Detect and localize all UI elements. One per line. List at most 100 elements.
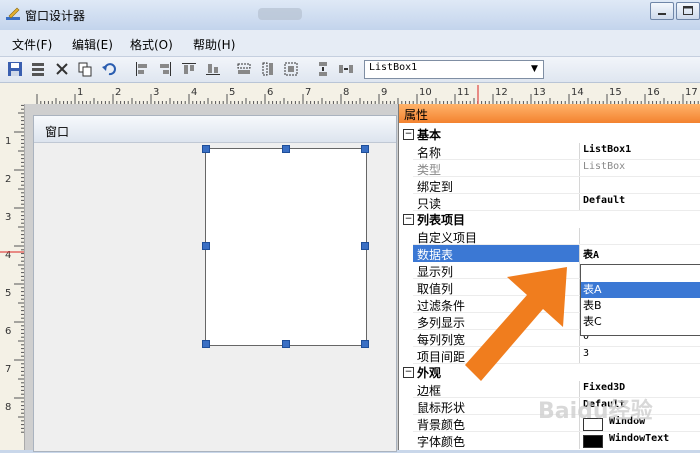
- ruler-label: 12: [495, 87, 508, 98]
- resize-handle[interactable]: [202, 145, 210, 153]
- copy-icon[interactable]: [77, 61, 93, 77]
- color-swatch: [583, 435, 603, 448]
- prop-row-type[interactable]: 类型 ListBox: [399, 160, 700, 177]
- ruler-label: 11: [457, 87, 470, 98]
- resize-handle[interactable]: [282, 145, 290, 153]
- minimize-button[interactable]: [650, 2, 674, 20]
- control-selector-dropdown[interactable]: ListBox1 ▼: [364, 60, 544, 79]
- same-width-icon[interactable]: [236, 61, 252, 77]
- prop-value: ListBox: [583, 161, 626, 172]
- dropdown-option[interactable]: [581, 265, 700, 281]
- prop-row-datatable[interactable]: 数据表 表A: [399, 245, 700, 262]
- ruler-label: 1: [77, 87, 83, 98]
- dropdown-option[interactable]: 表B: [581, 298, 700, 314]
- prop-row-name[interactable]: 名称 ListBox1: [399, 143, 700, 160]
- menu-format[interactable]: 格式(O): [130, 36, 173, 53]
- prop-value[interactable]: 表A: [583, 246, 599, 261]
- ruler-label: 16: [647, 87, 660, 98]
- prop-name: 背景颜色: [417, 418, 466, 432]
- prop-name: 取值列: [417, 282, 454, 296]
- prop-row-bind[interactable]: 绑定到: [399, 177, 700, 194]
- same-size-icon[interactable]: [283, 61, 299, 77]
- grid-line: [579, 245, 580, 262]
- menu-help[interactable]: 帮助(H): [193, 36, 235, 53]
- prop-value[interactable]: Fixed3D: [583, 382, 625, 393]
- maximize-button[interactable]: [676, 2, 700, 20]
- tab-order-icon[interactable]: [30, 61, 46, 77]
- horizontal-ruler-ticks: 1 2 3 4 5 6 7 8 9 10 11 12 13 14 15 16 17: [36, 85, 699, 104]
- align-top-icon[interactable]: [181, 61, 197, 77]
- vertical-ruler-ticks: 12345678: [0, 104, 24, 433]
- ruler-label: 5: [5, 288, 11, 299]
- collapse-icon[interactable]: −: [403, 367, 414, 378]
- align-left-icon[interactable]: [134, 61, 150, 77]
- ruler-label: 1: [5, 136, 11, 147]
- prop-value[interactable]: WindowText: [609, 433, 669, 444]
- align-bottom-icon[interactable]: [205, 61, 221, 77]
- ruler-label: 3: [5, 212, 11, 223]
- prop-row-readonly[interactable]: 只读 Default: [399, 194, 700, 211]
- prop-row-forecolor[interactable]: 字体颜色 WindowText: [399, 432, 700, 449]
- prop-value[interactable]: 3: [583, 348, 589, 359]
- datatable-dropdown-list: 表A 表B 表C: [580, 264, 700, 336]
- ruler-label: 15: [609, 87, 622, 98]
- prop-name: 显示列: [417, 265, 454, 279]
- resize-handle[interactable]: [361, 145, 369, 153]
- grid-line: [579, 432, 580, 449]
- resize-handle[interactable]: [282, 340, 290, 348]
- resize-handle[interactable]: [361, 340, 369, 348]
- collapse-icon[interactable]: −: [403, 214, 414, 225]
- delete-icon[interactable]: [54, 61, 70, 77]
- prop-name: 边框: [417, 384, 442, 398]
- ruler-label: 3: [153, 87, 159, 98]
- resize-handle[interactable]: [361, 242, 369, 250]
- menu-bar: 文件(F) 编辑(E) 格式(O) 帮助(H): [0, 30, 700, 57]
- form-title: 窗口: [45, 125, 70, 139]
- vertical-ruler: 12345678: [0, 104, 25, 450]
- properties-title: 属性: [404, 108, 429, 122]
- ruler-label: 9: [381, 87, 387, 98]
- ruler-label: 7: [305, 87, 311, 98]
- ruler-label: 8: [5, 402, 11, 413]
- undo-icon[interactable]: [101, 61, 117, 77]
- same-height-icon[interactable]: [260, 61, 276, 77]
- category-list-items[interactable]: − 列表项目: [399, 211, 700, 228]
- grid-line: [579, 143, 580, 160]
- grid-line: [579, 347, 580, 364]
- properties-header: 属性: [399, 104, 700, 123]
- horizontal-ruler: 1 2 3 4 5 6 7 8 9 10 11 12 13 14 15 16 17: [0, 83, 700, 105]
- prop-value[interactable]: Default: [583, 195, 625, 206]
- window-title: 窗口设计器: [25, 9, 86, 23]
- menu-edit[interactable]: 编辑(E): [72, 36, 113, 53]
- dropdown-option-selected[interactable]: 表A: [581, 282, 700, 298]
- ruler-label: 10: [419, 87, 432, 98]
- listbox-control[interactable]: [205, 148, 367, 346]
- chevron-down-icon[interactable]: ▼: [527, 61, 542, 78]
- grid-line: [579, 177, 580, 194]
- prop-value[interactable]: ListBox1: [583, 144, 631, 155]
- ruler-label: 5: [229, 87, 235, 98]
- resize-handle[interactable]: [202, 242, 210, 250]
- prop-name: 自定义项目: [417, 231, 478, 245]
- category-basic[interactable]: − 基本: [399, 126, 700, 143]
- menu-file[interactable]: 文件(F): [12, 36, 52, 53]
- ruler-label: 6: [5, 326, 11, 337]
- dropdown-option[interactable]: 表C: [581, 314, 700, 330]
- resize-handle[interactable]: [202, 340, 210, 348]
- category-label: 基本: [417, 128, 442, 142]
- vertical-spacing-icon[interactable]: [315, 61, 331, 77]
- horizontal-spacing-icon[interactable]: [338, 61, 354, 77]
- align-right-icon[interactable]: [157, 61, 173, 77]
- grid-line: [579, 160, 580, 177]
- ruler-label: 4: [191, 87, 197, 98]
- grid-line: [579, 194, 580, 211]
- prop-name: 类型: [417, 163, 442, 177]
- prop-name: 字体颜色: [417, 435, 466, 449]
- prop-name: 绑定到: [417, 180, 454, 194]
- toolbar: ListBox1 ▼: [0, 57, 700, 83]
- collapse-icon[interactable]: −: [403, 129, 414, 140]
- ruler-label: 2: [5, 174, 11, 185]
- prop-row-custom-items[interactable]: 自定义项目: [399, 228, 700, 245]
- title-bar: 窗口设计器: [0, 0, 700, 31]
- save-icon[interactable]: [7, 61, 23, 77]
